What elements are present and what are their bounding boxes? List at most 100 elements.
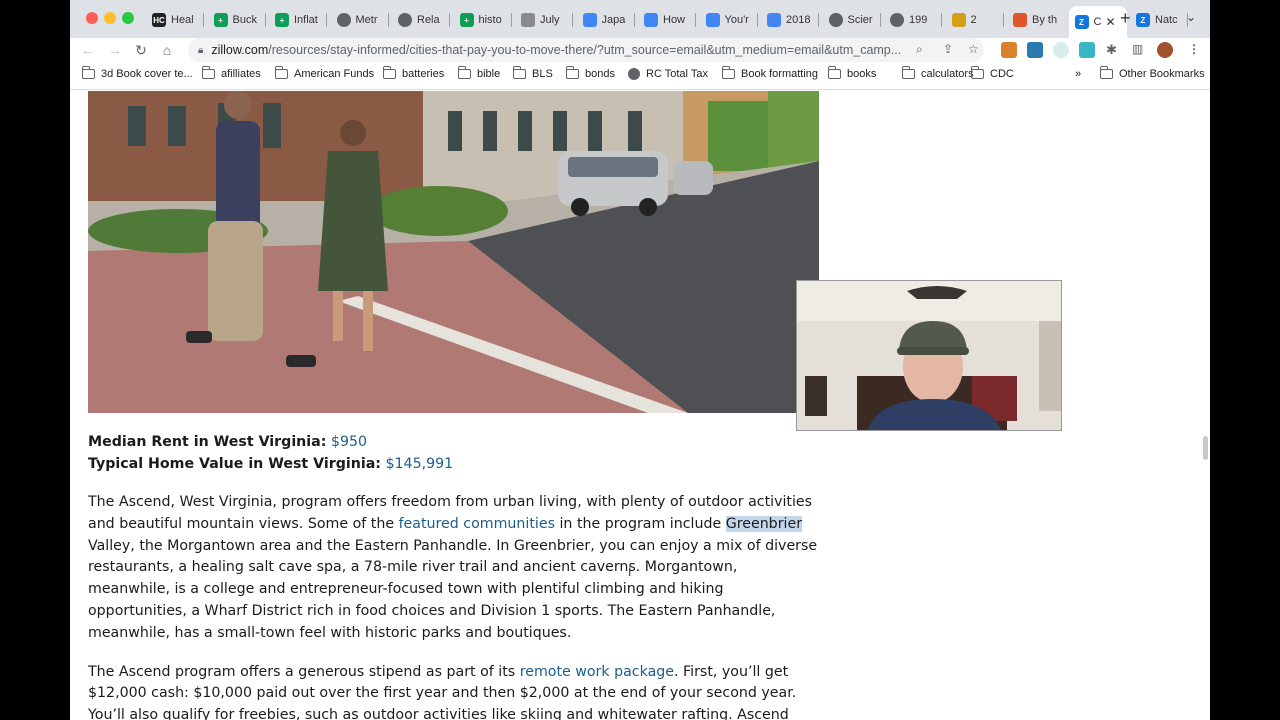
article-body: Median Rent in West Virginia: $950 Typic… — [88, 431, 818, 720]
profile-avatar[interactable] — [1157, 42, 1173, 58]
featured-communities-link[interactable]: featured communities — [399, 516, 555, 532]
browser-tab[interactable]: By th — [1007, 6, 1065, 34]
bookmark-label: Book formatting — [741, 68, 819, 80]
forward-button[interactable]: → — [105, 40, 125, 60]
tab-title: histo — [478, 14, 502, 26]
webcam-overlay — [796, 280, 1062, 431]
browser-tab[interactable]: Z Natc — [1130, 6, 1188, 34]
browser-tab[interactable]: HC Heal — [146, 6, 204, 34]
web-page: Median Rent in West Virginia: $950 Typic… — [70, 91, 1210, 720]
scrollbar-thumb[interactable] — [1203, 436, 1208, 460]
browser-tab[interactable]: Metr — [331, 6, 389, 34]
tab-separator — [695, 13, 696, 27]
tab-separator — [326, 13, 327, 27]
side-panel-icon[interactable]: ▥ — [1132, 42, 1143, 56]
close-tab-icon[interactable]: ✕ — [1105, 15, 1115, 29]
browser-tab[interactable]: How — [638, 6, 696, 34]
bookmark-item[interactable]: bonds — [565, 66, 615, 80]
browser-tab[interactable]: Japa — [577, 6, 635, 34]
tab-search-chevron-icon[interactable]: ⌄ — [1186, 10, 1196, 24]
tab-title: How — [663, 14, 686, 26]
tab-favicon-icon: Z — [1136, 13, 1150, 27]
remote-work-package-link[interactable]: remote work package — [520, 664, 674, 680]
folder-icon — [201, 66, 215, 79]
bookmark-item[interactable]: CDC — [970, 66, 1014, 80]
browser-tab[interactable]: Z C ✕ — [1068, 6, 1127, 38]
tab-favicon-icon — [1013, 13, 1027, 27]
other-bookmarks-folder[interactable]: Other Bookmarks — [1099, 66, 1205, 80]
bookmark-label: books — [847, 68, 877, 80]
bookmark-item[interactable]: bible — [457, 66, 501, 80]
tab-favicon-icon: + — [275, 13, 289, 27]
bookmark-item[interactable]: RC Total Tax — [628, 68, 708, 80]
bookmarks-bar: 3d Book cover te... afilliates American Fu… — [70, 62, 1210, 90]
folder-icon — [457, 66, 471, 79]
browser-tab[interactable]: + histo — [454, 6, 512, 34]
tab-favicon-icon — [644, 13, 658, 27]
bookmark-item[interactable]: batteries — [382, 66, 444, 80]
bookmark-label: 3d Book cover te... — [101, 68, 193, 80]
ascend-paragraph-1: The Ascend, West Virginia, program offer… — [88, 494, 818, 641]
bookmark-item[interactable]: American Funds — [274, 66, 374, 80]
browser-tab[interactable]: Scier — [823, 6, 881, 34]
median-rent-line: Median Rent in West Virginia: $950 — [88, 431, 818, 453]
extensions-puzzle-icon[interactable]: ✱ — [1106, 42, 1117, 58]
address-bar[interactable]: 🔒︎ zillow.com /resources/stay-informed/c… — [188, 38, 984, 62]
new-tab-button[interactable]: + — [1120, 8, 1131, 29]
bookmark-item[interactable]: Book formatting — [721, 66, 819, 80]
bookmark-item[interactable]: afilliates — [201, 66, 261, 80]
browser-tab[interactable]: + Inflat — [269, 6, 327, 34]
share-icon[interactable]: ⇪ — [943, 42, 953, 56]
extension-icon[interactable] — [1079, 42, 1095, 58]
home-value-line: Typical Home Value in West Virginia: $14… — [88, 453, 818, 475]
browser-tab[interactable]: 2018 — [761, 6, 819, 34]
browser-tab[interactable]: + Buck — [208, 6, 266, 34]
median-rent-label: Median Rent in West Virginia: — [88, 434, 327, 450]
browser-tab[interactable]: 199 — [884, 6, 942, 34]
home-value-link[interactable]: $145,991 — [385, 456, 453, 472]
back-button[interactable]: ← — [78, 40, 98, 60]
home-button[interactable]: ⌂ — [157, 40, 177, 60]
close-window-button[interactable] — [86, 12, 98, 24]
tab-separator — [264, 13, 266, 27]
article-hero-image — [88, 91, 819, 413]
folder-icon — [901, 66, 915, 79]
extension-icon[interactable] — [1027, 42, 1043, 58]
maximize-window-button[interactable] — [122, 12, 134, 24]
extension-icon[interactable] — [1001, 42, 1017, 58]
browser-tab[interactable]: July — [515, 6, 573, 34]
reload-button[interactable]: ↻ — [131, 40, 151, 60]
bookmark-label: bible — [477, 68, 501, 80]
tab-title: You'r — [724, 14, 749, 26]
tab-favicon-icon: + — [459, 13, 474, 27]
browser-tab[interactable]: 2 — [946, 6, 1004, 34]
tab-separator — [449, 13, 450, 27]
extension-icon[interactable] — [1053, 42, 1069, 58]
tab-separator — [572, 13, 573, 27]
menu-kebab-icon[interactable]: ⋮ — [1188, 42, 1200, 56]
tab-favicon-icon — [890, 13, 904, 27]
globe-icon — [628, 68, 640, 80]
bookmark-item[interactable]: 3d Book cover te... — [81, 66, 193, 80]
median-rent-link[interactable]: $950 — [331, 434, 367, 450]
tab-favicon-icon — [828, 13, 843, 27]
browser-tab[interactable]: You'r — [700, 6, 758, 34]
folder-icon — [512, 66, 526, 79]
tab-separator — [387, 13, 389, 27]
tab-title: Heal — [171, 14, 194, 26]
bookmark-item[interactable]: BLS — [512, 66, 553, 80]
bookmark-star-icon[interactable]: ☆ — [968, 42, 979, 56]
folder-icon — [565, 66, 579, 79]
folder-icon — [382, 66, 396, 79]
zoom-icon[interactable]: ⌕ — [916, 42, 923, 57]
tab-favicon-icon — [582, 13, 597, 27]
minimize-window-button[interactable] — [104, 12, 116, 24]
more-bookmarks-button[interactable]: » — [1075, 68, 1081, 80]
bookmark-item[interactable]: calculators — [901, 66, 974, 80]
tab-separator — [1002, 13, 1004, 27]
tab-title: Rela — [417, 14, 440, 26]
browser-tab[interactable]: Rela — [392, 6, 450, 34]
folder-icon — [274, 66, 288, 79]
tab-title: 199 — [909, 14, 928, 26]
bookmark-item[interactable]: books — [827, 66, 877, 80]
